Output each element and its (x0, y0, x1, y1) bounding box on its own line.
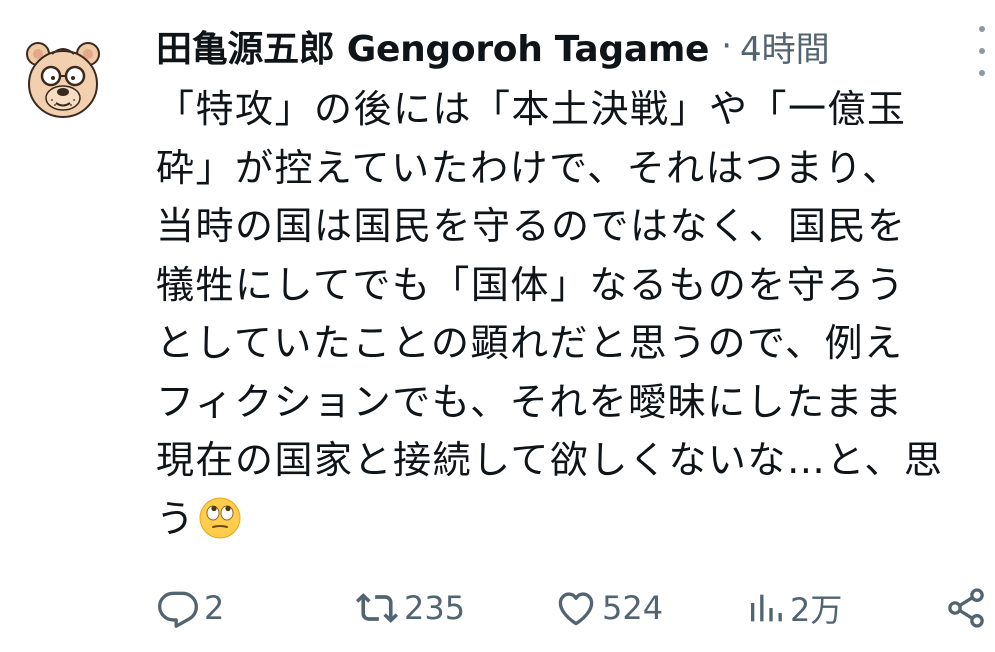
views-count: 2万 (790, 591, 843, 629)
tweet-action-bar: 2 235 524 2万 (156, 582, 995, 634)
tweet-text-last-line: う (156, 490, 986, 549)
share-icon (948, 588, 984, 628)
tweet-text-line: 現在の国家と接続して欲しくないな…と、思 (156, 438, 944, 482)
reply-count: 2 (204, 589, 225, 627)
like-count: 524 (602, 589, 664, 627)
tweet-text: 「特攻」の後には「本土決戦」や「一億玉 砕」が控えていたわけで、それはつまり、 … (156, 80, 986, 548)
retweet-count: 235 (404, 589, 466, 627)
views-icon (751, 594, 782, 622)
tweet-text-line: 「特攻」の後には「本土決戦」や「一億玉 (156, 87, 907, 131)
author-display-name[interactable]: 田亀源五郎 Gengoroh Tagame (156, 20, 709, 72)
tweet[interactable]: 田亀源五郎 Gengoroh Tagame · 4時間 「特攻」の後には「本土決… (0, 0, 995, 652)
tweet-text-line: 砕」が控えていたわけで、それはつまり、 (156, 145, 902, 190)
avatar[interactable] (18, 34, 108, 124)
tweet-text-line: う (156, 496, 196, 541)
tweet-text-line: としていたことの顕れだと思うので、例え (156, 321, 904, 365)
views-button[interactable]: 2万 (746, 582, 842, 634)
tweet-text-line: 当時の国は国民を守るのではなく、国民を (156, 204, 907, 248)
share-button[interactable] (944, 582, 988, 634)
retweet-icon (355, 593, 399, 623)
more-vertical-icon[interactable] (972, 26, 992, 76)
retweet-button[interactable]: 235 (354, 582, 465, 634)
reply-button[interactable]: 2 (156, 582, 224, 634)
tweet-text-line: フィクションでも、それを曖昧にしたまま (156, 379, 904, 424)
heart-icon (558, 592, 594, 626)
tweet-timestamp[interactable]: 4時間 (740, 22, 830, 71)
reply-icon (158, 591, 198, 628)
tweet-header: 田亀源五郎 Gengoroh Tagame · 4時間 (156, 18, 966, 74)
like-button[interactable]: 524 (554, 582, 663, 634)
tweet-text-line: 犠牲にしてでも「国体」なるものを守ろう (156, 262, 906, 307)
face-with-rolling-eyes-emoji (199, 497, 241, 538)
header-separator: · (721, 26, 732, 66)
